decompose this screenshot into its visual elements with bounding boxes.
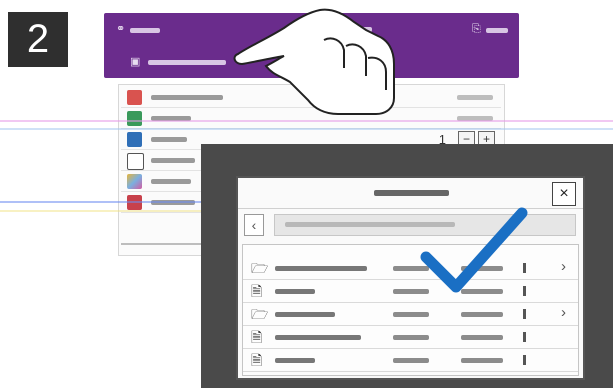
file-date	[393, 312, 429, 317]
pointing-hand-icon	[233, 8, 395, 115]
multicolor-app-icon	[127, 174, 142, 189]
file-size	[461, 335, 503, 340]
device-menu-icon[interactable]: ⎘	[472, 23, 481, 36]
list-item-meta	[457, 95, 493, 100]
file-size	[461, 358, 503, 363]
file-size	[461, 312, 503, 317]
file-marker	[523, 332, 526, 342]
header-right-label	[486, 28, 508, 33]
folder-icon: 🗁	[251, 260, 269, 276]
file-name	[275, 312, 335, 317]
folder-icon[interactable]: ▣	[130, 55, 140, 68]
file-row[interactable]: 🗎	[243, 326, 578, 349]
file-date	[393, 358, 429, 363]
list-item-label	[151, 137, 187, 142]
file-name	[275, 358, 315, 363]
file-name	[275, 266, 367, 271]
blue-app-icon	[127, 132, 142, 147]
document-icon: 🗎	[251, 283, 263, 299]
scan-app-icon	[127, 153, 144, 170]
list-item-label	[151, 158, 195, 163]
header-folder-label[interactable]	[148, 60, 226, 65]
list-item-label	[151, 95, 223, 100]
document-icon: 🗎	[251, 352, 263, 368]
user-icon: ⚭	[116, 23, 126, 35]
file-name	[275, 289, 315, 294]
file-browser-dialog: × ‹ 🗁 › 🗎 🗁 › 🗎 🗎	[236, 176, 585, 380]
file-name	[275, 335, 361, 340]
red-app-icon	[127, 90, 142, 105]
file-row[interactable]: 🗁 ›	[243, 303, 578, 326]
document-icon: 🗎	[251, 329, 263, 345]
step-number-badge: 2	[8, 12, 68, 67]
dialog-nav: ‹	[238, 212, 583, 236]
green-app-icon	[127, 111, 142, 126]
file-date	[393, 335, 429, 340]
dialog-title	[374, 190, 449, 196]
back-button[interactable]: ‹	[244, 214, 264, 236]
panel-footer-divider	[121, 243, 201, 245]
dialog-title-bar: ×	[238, 178, 583, 209]
file-marker	[523, 309, 526, 319]
checkmark-icon	[420, 207, 528, 293]
folder-icon: 🗁	[251, 306, 269, 322]
header-user-label	[130, 28, 160, 33]
scan-artifact-line	[0, 128, 613, 130]
chevron-right-icon[interactable]: ›	[561, 304, 566, 321]
close-button[interactable]: ×	[552, 182, 576, 206]
chevron-right-icon[interactable]: ›	[561, 258, 566, 275]
file-row[interactable]: 🗎	[243, 349, 578, 372]
scan-artifact-line	[0, 120, 613, 122]
list-item-label	[151, 179, 191, 184]
file-marker	[523, 355, 526, 365]
